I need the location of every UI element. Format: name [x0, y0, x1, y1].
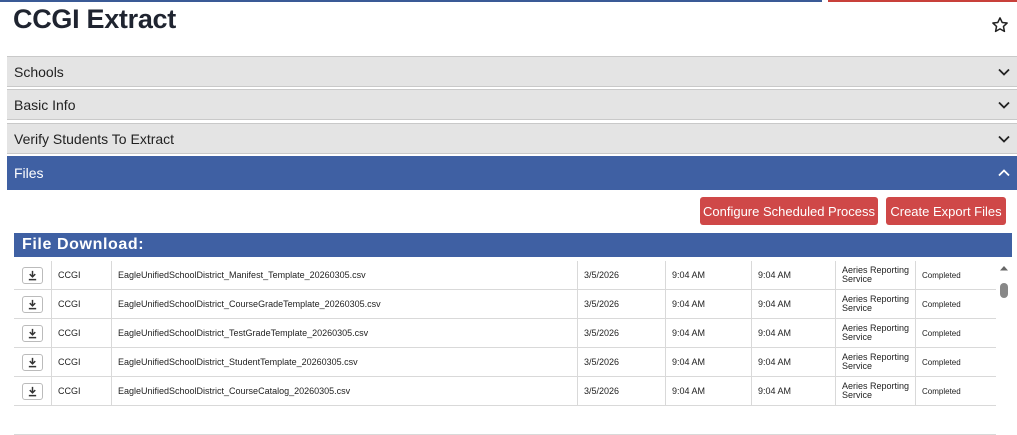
file-status: Completed: [922, 357, 961, 367]
table-row: [14, 406, 996, 435]
section-schools[interactable]: Schools: [7, 56, 1017, 87]
file-download-header: File Download:: [14, 233, 1012, 257]
file-date: 3/5/2026: [578, 377, 666, 405]
file-type: CCGI: [52, 290, 112, 318]
file-end-time: 9:04 AM: [752, 290, 836, 318]
chevron-down-icon: [998, 68, 1010, 76]
section-label: Basic Info: [14, 96, 76, 113]
section-files[interactable]: Files: [7, 156, 1017, 190]
file-status: Completed: [922, 328, 961, 338]
table-row: CCGI EagleUnifiedSchoolDistrict_StudentT…: [14, 348, 996, 377]
scrollbar-thumb[interactable]: [1000, 283, 1008, 298]
file-date: 3/5/2026: [578, 290, 666, 318]
top-accent-bar-red: [828, 0, 1017, 2]
file-end-time: 9:04 AM: [752, 319, 836, 347]
file-date: 3/5/2026: [578, 319, 666, 347]
download-icon: [28, 328, 37, 338]
file-name: EagleUnifiedSchoolDistrict_CourseCatalog…: [112, 377, 578, 405]
file-name: EagleUnifiedSchoolDistrict_StudentTempla…: [112, 348, 578, 376]
table-row: CCGI EagleUnifiedSchoolDistrict_TestGrad…: [14, 319, 996, 348]
file-name: EagleUnifiedSchoolDistrict_TestGradeTemp…: [112, 319, 578, 347]
file-start-time: 9:04 AM: [666, 290, 752, 318]
file-status: Completed: [922, 386, 961, 396]
scroll-up-arrow-icon[interactable]: [998, 262, 1010, 274]
file-status: Completed: [922, 299, 961, 309]
download-icon: [28, 357, 37, 367]
file-name: EagleUnifiedSchoolDistrict_CourseGradeTe…: [112, 290, 578, 318]
file-date: 3/5/2026: [578, 261, 666, 289]
download-icon: [28, 299, 37, 309]
chevron-up-icon: [998, 169, 1010, 177]
download-button[interactable]: [22, 266, 43, 284]
file-end-time: 9:04 AM: [752, 377, 836, 405]
file-date: 3/5/2026: [578, 348, 666, 376]
section-label: Files: [14, 165, 44, 181]
page-title: CCGI Extract: [13, 4, 176, 34]
file-type: CCGI: [52, 377, 112, 405]
download-button[interactable]: [22, 382, 43, 400]
file-service: Aeries Reporting Service: [836, 261, 916, 289]
chevron-down-icon: [998, 135, 1010, 143]
download-button[interactable]: [22, 295, 43, 313]
file-service: Aeries Reporting Service: [836, 348, 916, 376]
table-row: CCGI EagleUnifiedSchoolDistrict_CourseCa…: [14, 377, 996, 406]
file-start-time: 9:04 AM: [666, 319, 752, 347]
table-row: CCGI EagleUnifiedSchoolDistrict_CourseGr…: [14, 290, 996, 319]
file-type: CCGI: [52, 261, 112, 289]
create-export-files-button[interactable]: Create Export Files: [886, 197, 1006, 225]
download-icon: [28, 386, 37, 396]
file-type: CCGI: [52, 348, 112, 376]
file-start-time: 9:04 AM: [666, 261, 752, 289]
download-icon: [28, 270, 37, 280]
file-download-table: CCGI EagleUnifiedSchoolDistrict_Manifest…: [14, 261, 996, 435]
section-label: Verify Students To Extract: [14, 130, 175, 147]
file-end-time: 9:04 AM: [752, 348, 836, 376]
download-button[interactable]: [22, 324, 43, 342]
section-label: Schools: [14, 63, 64, 80]
file-type: CCGI: [52, 319, 112, 347]
download-button[interactable]: [22, 353, 43, 371]
file-start-time: 9:04 AM: [666, 377, 752, 405]
chevron-down-icon: [998, 101, 1010, 109]
top-accent-bar: [0, 0, 822, 2]
table-row: CCGI EagleUnifiedSchoolDistrict_Manifest…: [14, 261, 996, 290]
section-basic-info[interactable]: Basic Info: [7, 89, 1017, 120]
file-name: EagleUnifiedSchoolDistrict_Manifest_Temp…: [112, 261, 578, 289]
file-service: Aeries Reporting Service: [836, 377, 916, 405]
configure-scheduled-process-button[interactable]: Configure Scheduled Process: [700, 197, 878, 225]
star-icon[interactable]: [991, 16, 1009, 34]
section-verify-students[interactable]: Verify Students To Extract: [7, 123, 1017, 154]
file-status: Completed: [922, 270, 961, 280]
file-service: Aeries Reporting Service: [836, 319, 916, 347]
file-end-time: 9:04 AM: [752, 261, 836, 289]
file-service: Aeries Reporting Service: [836, 290, 916, 318]
file-start-time: 9:04 AM: [666, 348, 752, 376]
